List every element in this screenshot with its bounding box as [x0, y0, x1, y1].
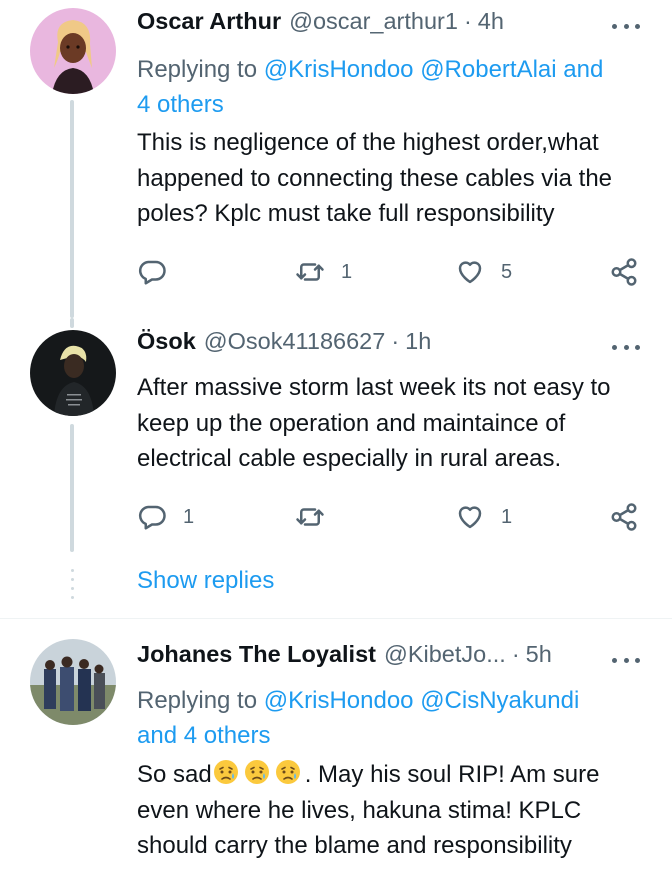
mention-link[interactable]: @RobertAlai [420, 56, 556, 83]
author-name[interactable]: Johanes The Loyalist [137, 641, 376, 668]
replying-to: Replying to @KrisHondoo @RobertAlai and … [137, 52, 647, 122]
sad-tear-emoji [213, 760, 238, 784]
separator: · [463, 8, 472, 34]
reply-icon [138, 505, 166, 530]
action-bar: 1 5 [137, 255, 647, 289]
reply-count: 1 [183, 505, 195, 528]
heart-icon [458, 261, 482, 284]
tweet-text: So sad. May his soul RIP! Am sure even w… [137, 757, 652, 864]
tweet-header: Johanes The Loyalist @KibetJo... · 5h [137, 641, 642, 677]
retweet-button[interactable] [295, 500, 325, 534]
author-name[interactable]: Oscar Arthur [137, 8, 281, 35]
more-icon[interactable] [612, 655, 640, 665]
like-button[interactable]: 1 [455, 500, 512, 534]
reply-icon [138, 260, 166, 285]
more-icon[interactable] [612, 342, 640, 352]
timestamp[interactable]: 4h [478, 8, 504, 35]
mention-link[interactable]: @KrisHondoo [264, 56, 414, 83]
avatar[interactable] [30, 330, 116, 416]
timestamp[interactable]: 1h [405, 328, 431, 355]
more-icon[interactable] [612, 21, 640, 31]
replying-and[interactable]: and [137, 722, 184, 749]
thread-line [70, 424, 74, 552]
replying-prefix: Replying to [137, 56, 264, 83]
action-bar: 1 1 [137, 500, 647, 534]
tweet-text: After massive storm last week its not ea… [137, 374, 611, 472]
share-button[interactable] [609, 500, 639, 534]
avatar[interactable] [30, 639, 116, 725]
share-button[interactable] [609, 255, 639, 289]
like-count: 1 [501, 505, 513, 528]
reply-button[interactable] [137, 255, 167, 289]
thread-dots [70, 569, 74, 605]
like-button[interactable]: 5 [455, 255, 512, 289]
tweet-text: This is negligence of the highest order,… [137, 129, 613, 227]
thread-line [70, 100, 74, 318]
separator: · [391, 328, 400, 354]
retweet-button[interactable]: 1 [295, 255, 352, 289]
author-handle[interactable]: @Osok41186627 [204, 328, 386, 355]
replying-to: Replying to @KrisHondoo @CisNyakundi and… [137, 683, 647, 753]
tweet-header: Oscar Arthur @oscar_arthur1 · 4h [137, 8, 642, 44]
author-name[interactable]: Ösok [137, 328, 196, 355]
timestamp[interactable]: 5h [526, 641, 552, 668]
author-handle[interactable]: @oscar_arthur1 [289, 8, 458, 35]
tweet-osok[interactable]: Ösok @Osok41186627 · 1h After massive st… [0, 318, 672, 618]
show-replies-link[interactable]: Show replies [137, 567, 274, 595]
mention-link[interactable]: @CisNyakundi [420, 687, 579, 714]
replying-and[interactable]: and [557, 56, 603, 83]
sad-tear-emoji [275, 760, 300, 784]
others-link[interactable]: 4 others [184, 722, 271, 749]
like-count: 5 [501, 260, 513, 283]
thread-line [70, 318, 74, 328]
retweet-count: 1 [341, 260, 353, 283]
retweet-icon [296, 263, 324, 281]
separator: · [511, 641, 520, 667]
replying-prefix: Replying to [137, 687, 264, 714]
retweet-icon [296, 508, 324, 526]
share-icon [611, 503, 637, 531]
tweet-text-prefix: So sad [137, 761, 212, 788]
reply-button[interactable]: 1 [137, 500, 194, 534]
sad-tear-emoji [244, 760, 269, 784]
avatar[interactable] [30, 8, 116, 94]
tweet-header: Ösok @Osok41186627 · 1h [137, 328, 642, 364]
author-handle[interactable]: @KibetJo... [384, 641, 506, 668]
mention-link[interactable]: @KrisHondoo [264, 687, 414, 714]
heart-icon [458, 506, 482, 529]
others-link[interactable]: 4 others [137, 91, 224, 118]
tweet-oscar-arthur[interactable]: Oscar Arthur @oscar_arthur1 · 4h Replyin… [0, 0, 672, 318]
tweet-johanes[interactable]: Johanes The Loyalist @KibetJo... · 5h Re… [0, 619, 672, 884]
share-icon [611, 258, 637, 286]
